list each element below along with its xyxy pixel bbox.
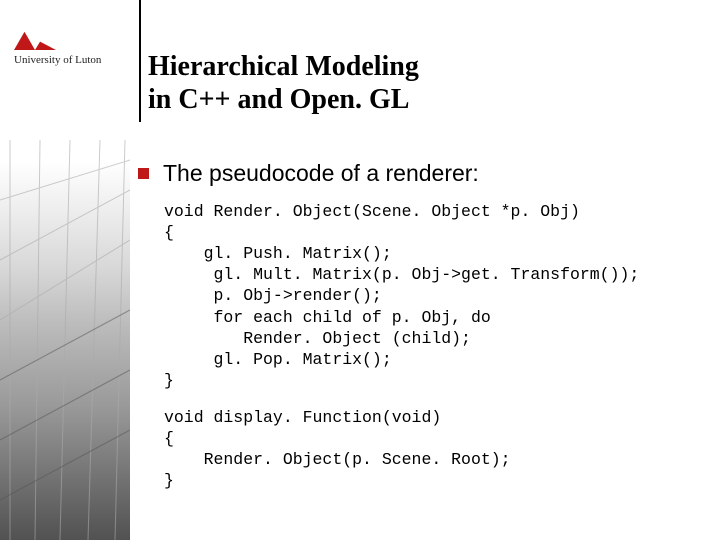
logo-mark-icon [14,22,56,50]
bullet-square-icon [138,168,149,179]
title-line2: in C++ and Open. GL [148,84,409,115]
slide-title: Hierarchical Modeling in C++ and Open. G… [148,50,419,116]
bullet-text: The pseudocode of a renderer: [163,160,479,187]
university-logo: University of Luton [14,22,124,82]
bullet-row: The pseudocode of a renderer: [138,160,698,187]
code-block-1: void Render. Object(Scene. Object *p. Ob… [164,201,698,391]
code-block-2: void display. Function(void) { Render. O… [164,407,698,491]
title-divider [139,0,141,122]
slide-content: The pseudocode of a renderer: void Rende… [138,160,698,491]
logo-text: University of Luton [14,54,124,66]
title-line1: Hierarchical Modeling [148,51,419,82]
spacer [138,391,698,407]
